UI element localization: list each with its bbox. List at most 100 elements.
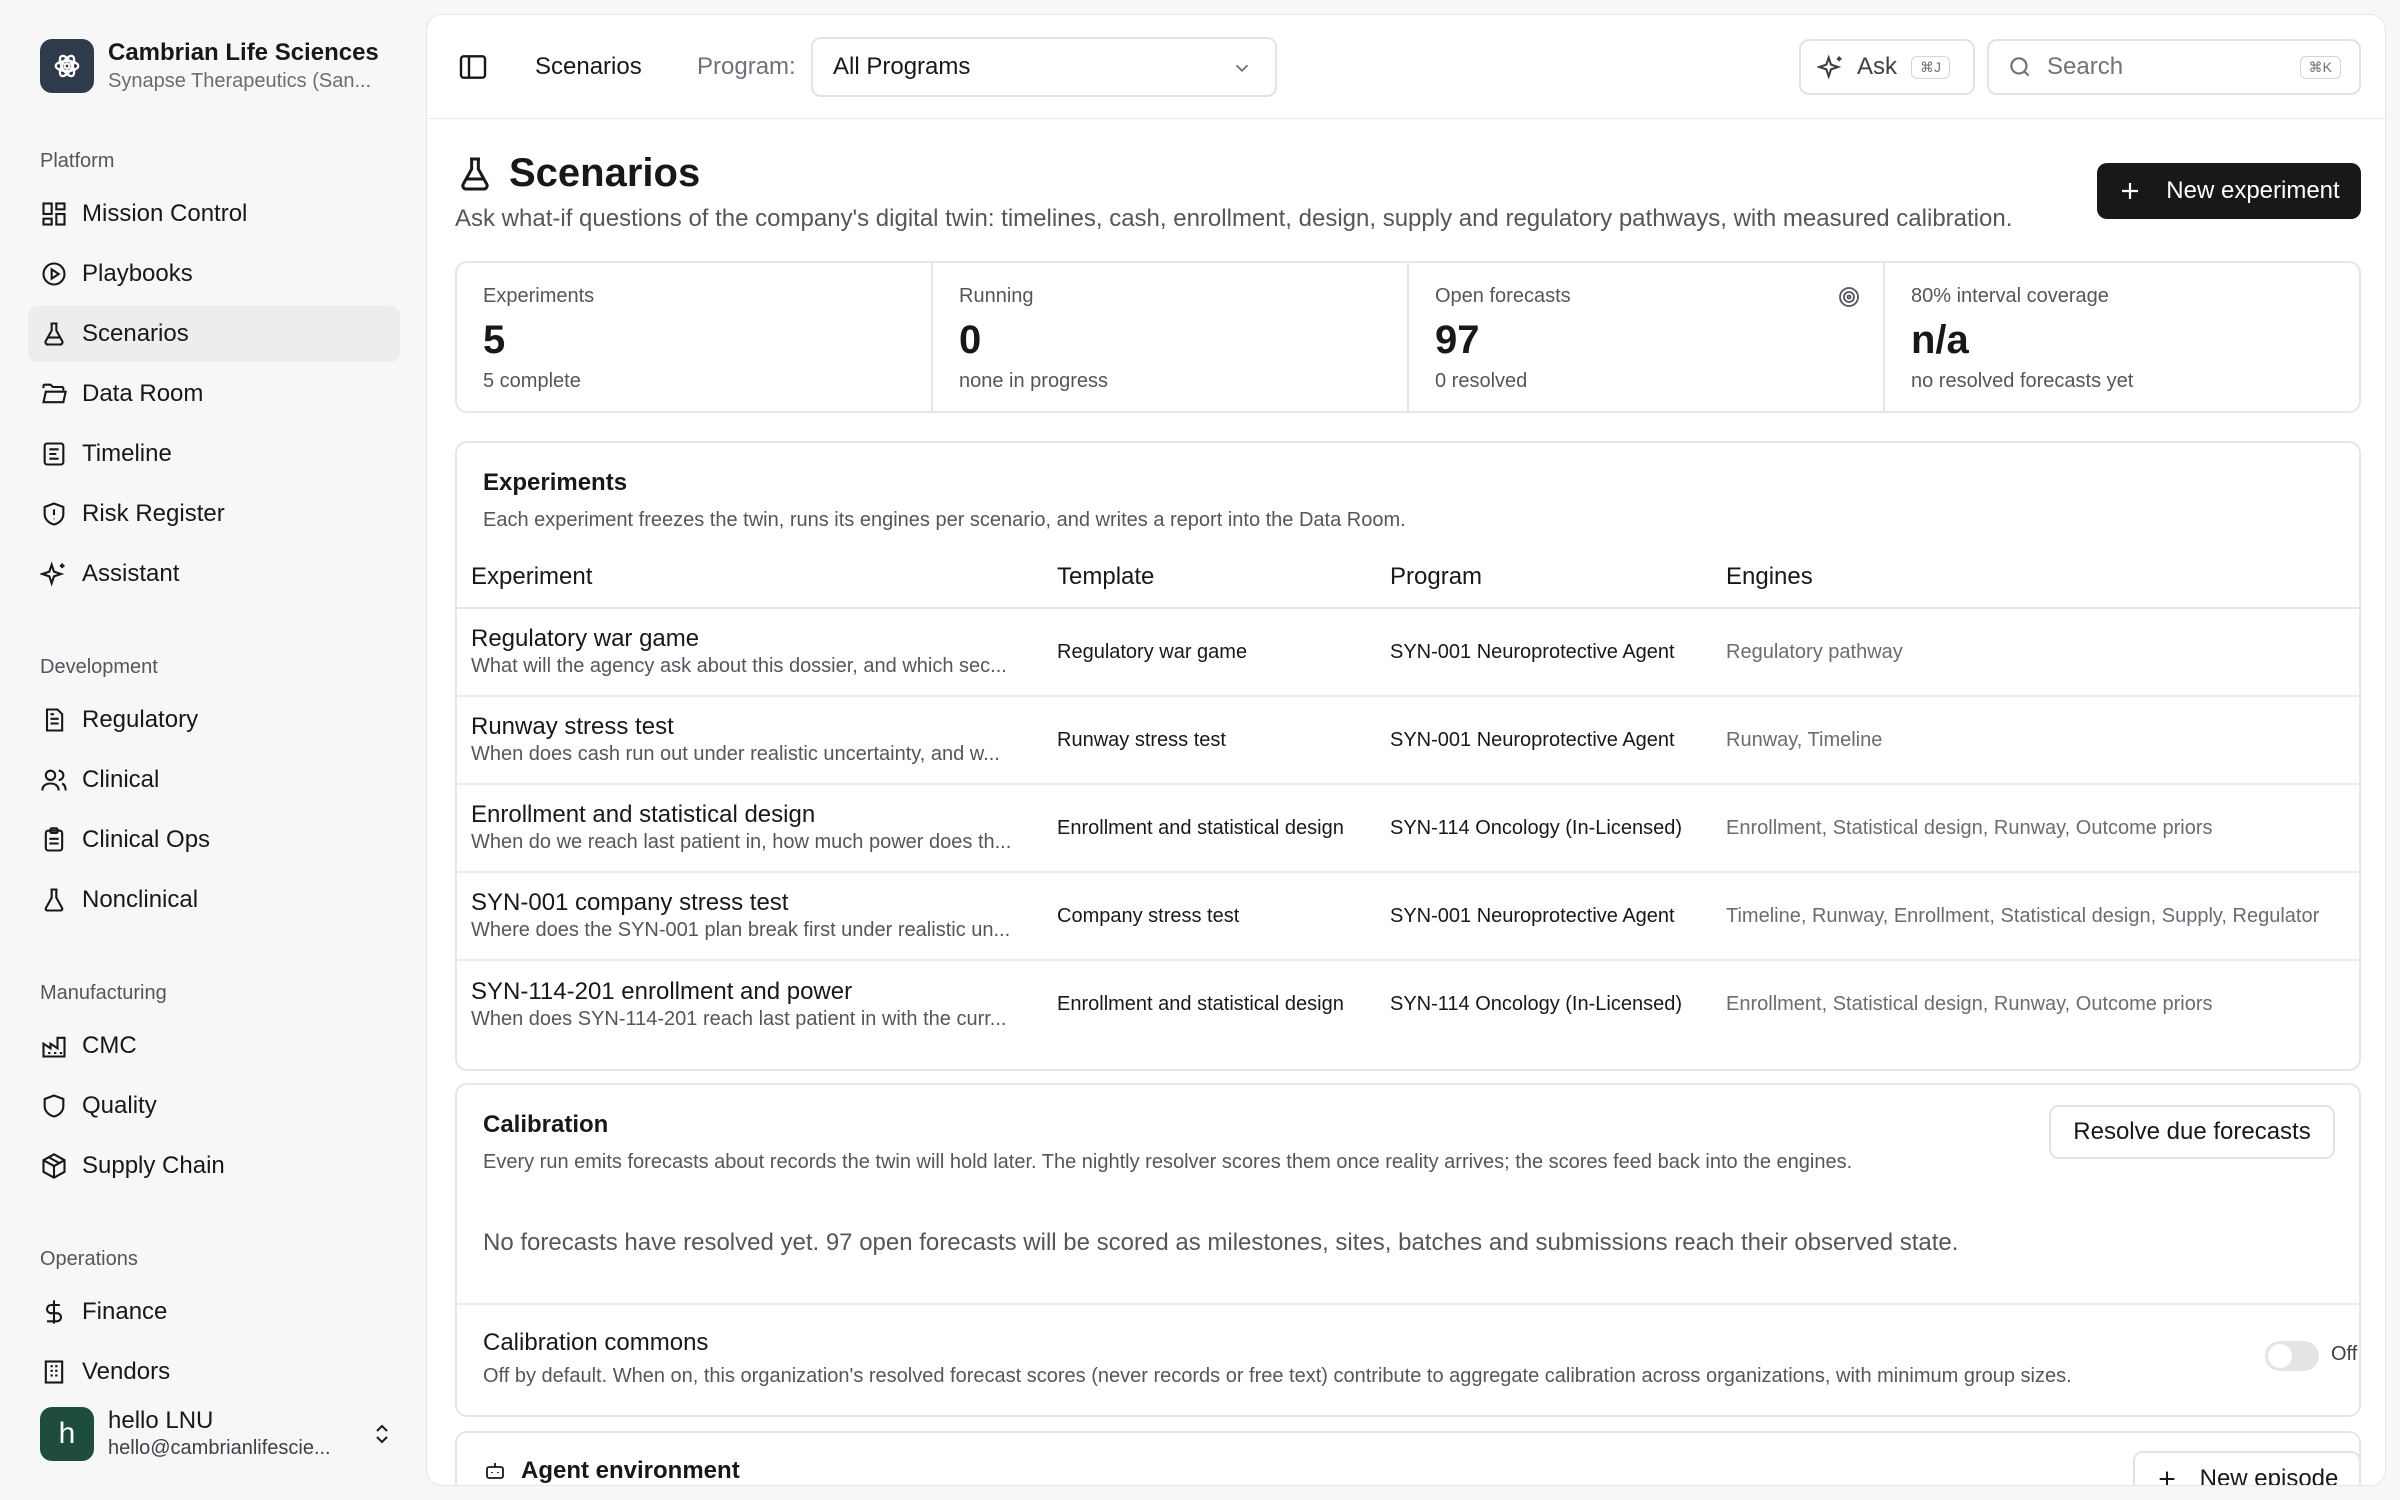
experiment-description: What will the agency ask about this doss… (471, 655, 1007, 677)
table-row[interactable]: Enrollment and statistical design When do… (457, 784, 2359, 873)
stat-value: 97 (1435, 318, 1480, 362)
agent-environment-card: Agent environment New episode (455, 1431, 2361, 1486)
sidebar-item-label: Finance (82, 1298, 168, 1325)
calibration-empty-text: No forecasts have resolved yet. 97 open … (483, 1229, 1959, 1256)
target-icon (1839, 287, 1859, 307)
stat-running: Running 0 none in progress (933, 263, 1409, 411)
column-header[interactable]: Engines (1726, 546, 2359, 609)
sidebar-item-clinical[interactable]: Clinical (28, 752, 400, 808)
sidebar-item-mission-control[interactable]: Mission Control (28, 186, 400, 242)
shield-icon (43, 1094, 65, 1118)
sidebar-item-supply-chain[interactable]: Supply Chain (28, 1138, 400, 1194)
stat-label: Running (959, 285, 1034, 307)
sidebar-item-label: Data Room (82, 380, 204, 407)
stat-label: Open forecasts (1435, 285, 1571, 307)
user-email: hello@cambrianlifescie... (108, 1437, 331, 1459)
robot-icon (486, 1463, 504, 1479)
table-row[interactable]: Regulatory war game What will the agency … (457, 608, 2359, 697)
sidebar-item-cmc[interactable]: CMC (28, 1018, 400, 1074)
program-label: Program: (697, 53, 796, 80)
sidebar-item-assistant[interactable]: Assistant (28, 546, 400, 602)
experiments-card: Experiments Each experiment freezes the … (455, 441, 2361, 1071)
sparkles-icon (40, 561, 65, 587)
resolve-due-forecasts-button[interactable]: Resolve due forecasts (2049, 1105, 2335, 1159)
sidebar-item-nonclinical[interactable]: Nonclinical (28, 872, 400, 928)
stat-sub: 5 complete (483, 370, 581, 392)
document-icon (45, 708, 64, 732)
calibration-title: Calibration (483, 1111, 609, 1138)
search-input[interactable]: Search ⌘K (1987, 39, 2361, 95)
column-header[interactable]: Template (1057, 546, 1390, 609)
table-row[interactable]: Runway stress test When does cash run out… (457, 696, 2359, 785)
new-experiment-button[interactable]: New experiment (2097, 163, 2361, 219)
sidebar-item-label: Clinical (82, 766, 160, 793)
clipboard-icon (44, 827, 64, 852)
sidebar-toggle-icon[interactable] (457, 51, 489, 83)
stat-sub: no resolved forecasts yet (1911, 370, 2134, 392)
new-episode-button[interactable]: New episode (2133, 1451, 2359, 1486)
calibration-commons-toggle[interactable] (2265, 1341, 2319, 1371)
table-header-row: Experiment Template Program Engines (457, 546, 2359, 609)
sidebar: Cambrian Life Sciences Synapse Therapeut… (0, 0, 426, 1500)
calibration-subtitle: Every run emits forecasts about records … (483, 1151, 1853, 1173)
user-menu[interactable]: h hello LNU hello@cambrianlifescie... (40, 1406, 394, 1462)
search-placeholder: Search (2047, 53, 2124, 80)
nav-heading-operations: Operations (40, 1248, 138, 1270)
search-icon (2010, 57, 2030, 77)
sidebar-item-regulatory[interactable]: Regulatory (28, 692, 400, 748)
sidebar-item-label: Timeline (82, 440, 172, 467)
sidebar-item-label: Nonclinical (82, 886, 199, 913)
experiment-name[interactable]: Regulatory war game (471, 625, 1057, 653)
new-episode-label: New episode (2199, 1465, 2339, 1486)
experiment-name[interactable]: SYN-001 company stress test (471, 889, 1057, 917)
new-experiment-label: New experiment (2166, 177, 2340, 204)
nav-heading-platform: Platform (40, 150, 115, 172)
stat-open-forecasts: Open forecasts 97 0 resolved (1409, 263, 1885, 411)
page-title: Scenarios (455, 151, 700, 196)
experiment-engines: Runway, Timeline (1726, 696, 2359, 785)
avatar: h (40, 1407, 94, 1461)
main-panel: Scenarios Program: All Programs Ask ⌘J S… (426, 14, 2386, 1486)
experiment-name[interactable]: Runway stress test (471, 713, 1057, 741)
experiment-name[interactable]: Enrollment and statistical design (471, 801, 1057, 829)
sidebar-item-label: Playbooks (82, 260, 193, 287)
factory-icon (42, 1036, 66, 1058)
shield-alert-icon (43, 502, 65, 526)
folder-open-icon (42, 383, 67, 404)
program-select[interactable]: All Programs (811, 37, 1277, 97)
sidebar-item-label: Supply Chain (82, 1152, 225, 1179)
experiment-description: When do we reach last patient in, how mu… (471, 831, 1012, 853)
org-logo-icon (40, 39, 94, 93)
org-switcher[interactable]: Cambrian Life Sciences Synapse Therapeut… (40, 38, 398, 94)
sidebar-item-scenarios[interactable]: Scenarios (28, 306, 400, 362)
ask-button[interactable]: Ask ⌘J (1799, 39, 1975, 95)
stat-label: Experiments (483, 285, 595, 307)
stat-value: 5 (483, 318, 506, 362)
sidebar-item-label: Assistant (82, 560, 180, 587)
nav-heading-development: Development (40, 656, 158, 678)
experiment-name[interactable]: SYN-114-201 enrollment and power (471, 978, 1057, 1006)
experiment-template: Runway stress test (1057, 696, 1390, 785)
column-header[interactable]: Experiment (457, 546, 1057, 609)
sidebar-item-clinical-ops[interactable]: Clinical Ops (28, 812, 400, 868)
experiment-template: Regulatory war game (1057, 608, 1390, 697)
breadcrumb[interactable]: Scenarios (535, 53, 642, 81)
stat-interval-coverage: 80% interval coverage n/a no resolved fo… (1885, 263, 2359, 411)
experiment-engines: Regulatory pathway (1726, 608, 2359, 697)
building-icon (44, 1360, 64, 1384)
sidebar-item-label: Quality (82, 1092, 157, 1119)
sidebar-item-risk-register[interactable]: Risk Register (28, 486, 400, 542)
sidebar-item-vendors[interactable]: Vendors (28, 1344, 400, 1400)
sidebar-item-finance[interactable]: Finance (28, 1284, 400, 1340)
sidebar-item-label: Clinical Ops (82, 826, 211, 853)
agent-environment-title: Agent environment (521, 1457, 740, 1484)
column-header[interactable]: Program (1390, 546, 1726, 609)
sidebar-item-quality[interactable]: Quality (28, 1078, 400, 1134)
table-row[interactable]: SYN-001 company stress test Where does th… (457, 872, 2359, 961)
sidebar-item-timeline[interactable]: Timeline (28, 426, 400, 482)
sidebar-item-data-room[interactable]: Data Room (28, 366, 400, 422)
table-row[interactable]: SYN-114-201 enrollment and power When doe… (457, 960, 2359, 1048)
play-circle-icon (42, 262, 66, 286)
sidebar-item-playbooks[interactable]: Playbooks (28, 246, 400, 302)
stat-value: 0 (959, 318, 982, 362)
